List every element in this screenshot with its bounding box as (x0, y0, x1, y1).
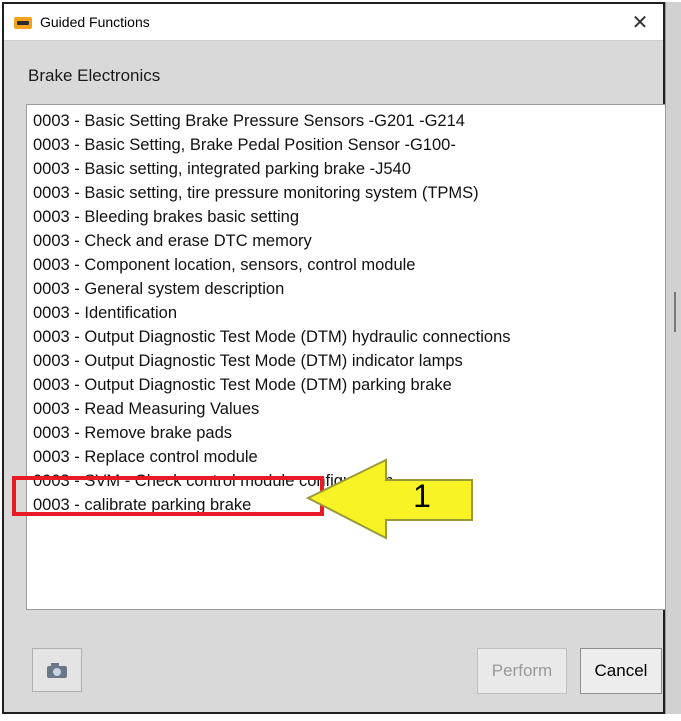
list-item[interactable]: 0003 - Bleeding brakes basic setting (33, 206, 299, 228)
list-item[interactable]: 0003 - Output Diagnostic Test Mode (DTM)… (33, 350, 463, 372)
list-item[interactable]: 0003 - Replace control module (33, 446, 258, 468)
window-title: Guided Functions (40, 14, 150, 30)
list-item[interactable]: 0003 - Component location, sensors, cont… (33, 254, 415, 276)
cancel-button[interactable]: Cancel (580, 648, 662, 694)
list-item[interactable]: 0003 - Output Diagnostic Test Mode (DTM)… (33, 374, 452, 396)
group-label: Brake Electronics (28, 66, 161, 85)
list-item[interactable]: 0003 - Basic Setting, Brake Pedal Positi… (33, 134, 456, 156)
list-item[interactable]: 0003 - Remove brake pads (33, 422, 232, 444)
list-item[interactable]: 0003 - Basic Setting Brake Pressure Sens… (33, 110, 465, 132)
list-item[interactable]: 0003 - Basic setting, integrated parking… (33, 158, 411, 180)
callout-number: 1 (413, 478, 431, 514)
list-item[interactable]: 0003 - General system description (33, 278, 284, 300)
camera-button[interactable] (32, 648, 82, 692)
title-bar: Guided Functions ✕ (4, 4, 663, 41)
list-item[interactable]: 0003 - Check and erase DTC memory (33, 230, 312, 252)
camera-icon (47, 662, 67, 678)
perform-button[interactable]: Perform (477, 648, 567, 694)
guided-functions-dialog: Guided Functions ✕ Brake Electronics 000… (2, 2, 666, 714)
list-item[interactable]: 0003 - Basic setting, tire pressure moni… (33, 182, 479, 204)
app-icon (14, 17, 32, 29)
list-item[interactable]: 0003 - Read Measuring Values (33, 398, 259, 420)
background-window-edge (665, 2, 681, 714)
callout-arrow (306, 458, 473, 540)
list-item[interactable]: 0003 - Identification (33, 302, 177, 324)
highlight-box (12, 476, 324, 516)
close-button[interactable]: ✕ (617, 4, 663, 40)
list-item[interactable]: 0003 - Output Diagnostic Test Mode (DTM)… (33, 326, 511, 348)
